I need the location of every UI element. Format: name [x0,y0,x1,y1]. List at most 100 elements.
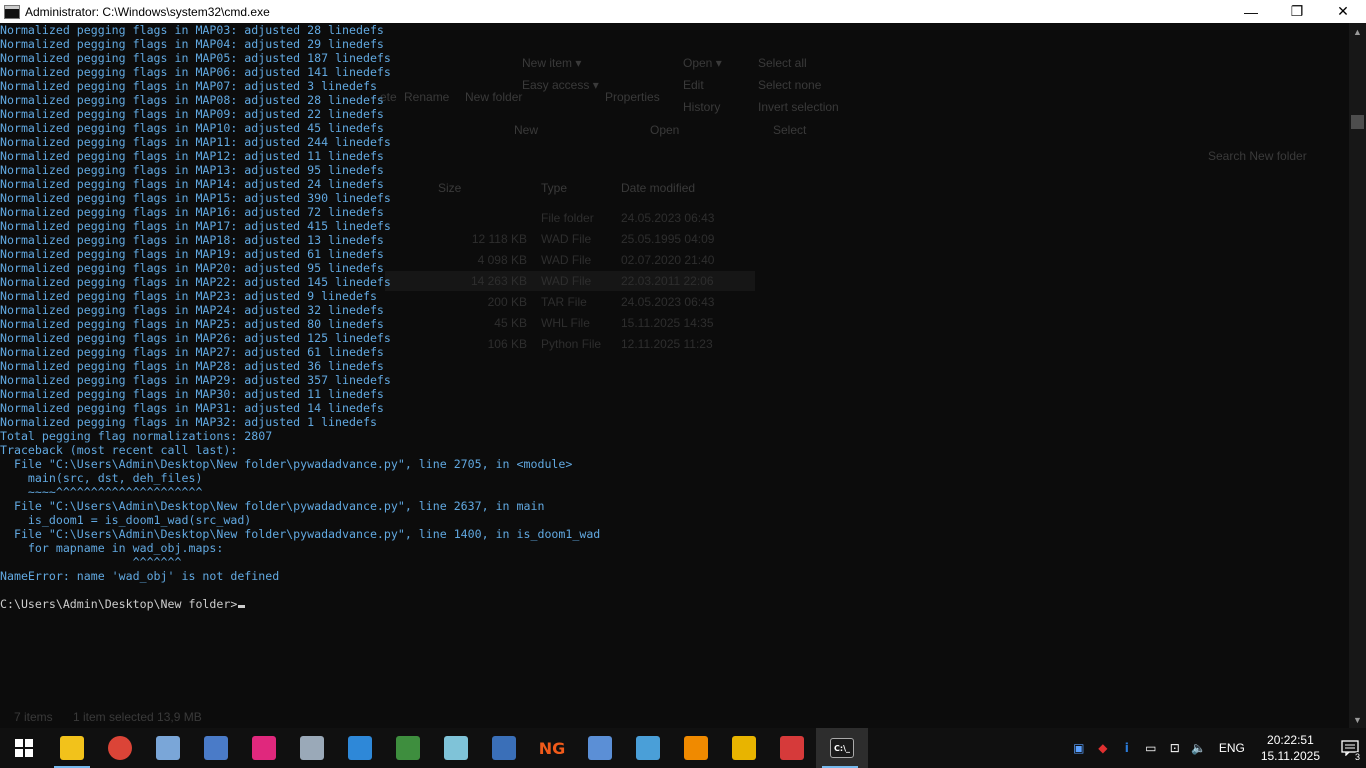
ghost-status-items: 7 items [14,710,53,724]
game-app-icon [780,736,804,760]
network-icon[interactable]: ⊡ [1163,728,1187,768]
tray-app-blue-icon[interactable]: ▣ [1067,728,1091,768]
tray-app-red-icon[interactable]: ◆ [1091,728,1115,768]
console-line: Normalized pegging flags in MAP28: adjus… [0,359,384,373]
close-button[interactable]: ✕ [1320,0,1366,23]
console-line: Normalized pegging flags in MAP31: adjus… [0,401,384,415]
action-center-button[interactable]: 3 [1334,728,1366,768]
clock-time: 20:22:51 [1267,733,1314,747]
console-line: Normalized pegging flags in MAP17: adjus… [0,219,391,233]
taskbar-app-document-editor[interactable] [192,728,240,768]
console-line: Normalized pegging flags in MAP08: adjus… [0,93,384,107]
scroll-down-arrow-icon[interactable]: ▼ [1349,711,1366,728]
tray-info-icon[interactable]: i [1115,728,1139,768]
file-explorer-icon [60,736,84,760]
chrome-icon [108,736,132,760]
taskbar-app-control-panel[interactable] [288,728,336,768]
console-scrollbar[interactable]: ▲ ▼ [1349,23,1366,728]
clock-date: 15.11.2025 [1260,749,1320,763]
minimize-button[interactable]: — [1228,0,1274,23]
console-line: File "C:\Users\Admin\Desktop\New folder\… [0,499,545,513]
clock[interactable]: 20:22:51 15.11.2025 [1253,732,1334,764]
taskbar-app-ng-app[interactable]: NG [528,728,576,768]
scrollbar-thumb[interactable] [1351,115,1364,129]
ghost-search-placeholder: Search New folder [1208,149,1307,163]
ghost-ribbon-label: Edit [683,78,704,92]
lock-app-icon [732,736,756,760]
ghost-file-date: 02.07.2020 21:40 [621,253,715,267]
console-line: File "C:\Users\Admin\Desktop\New folder\… [0,457,573,471]
ng-app-icon: NG [538,738,566,758]
cmd-icon: C:\_ [830,738,854,758]
taskbar-app-window-app[interactable] [336,728,384,768]
search-tool-icon [636,736,660,760]
console-line: Normalized pegging flags in MAP24: adjus… [0,303,384,317]
volume-icon[interactable]: 🔈 [1187,728,1211,768]
console-line: Normalized pegging flags in MAP07: adjus… [0,79,377,93]
console-line: Normalized pegging flags in MAP32: adjus… [0,415,377,429]
taskbar-app-search-tool[interactable] [624,728,672,768]
console-line: Normalized pegging flags in MAP18: adjus… [0,233,384,247]
ghost-file-date: 22.03.2011 22:06 [621,274,714,288]
taskbar-app-vlc[interactable] [672,728,720,768]
globe-tool-icon [396,736,420,760]
console-line: Normalized pegging flags in MAP09: adjus… [0,107,384,121]
phone-app-icon [252,736,276,760]
vlc-icon [684,736,708,760]
ghost-ribbon-label: Select all [758,56,807,70]
taskbar-app-game-app[interactable] [768,728,816,768]
console-line: Normalized pegging flags in MAP26: adjus… [0,331,391,345]
control-panel-icon [300,736,324,760]
taskbar-app-phone-app[interactable] [240,728,288,768]
taskbar-app-gear-app[interactable] [480,728,528,768]
window-titlebar[interactable]: Administrator: C:\Windows\system32\cmd.e… [0,0,1366,23]
command-prompt-line: C:\Users\Admin\Desktop\New folder> [0,597,600,611]
console-line: Normalized pegging flags in MAP14: adjus… [0,177,384,191]
ghost-file-date: 15.11.2025 14:35 [621,316,714,330]
console-line: is_doom1 = is_doom1_wad(src_wad) [0,513,252,527]
taskbar-app-globe-tool[interactable] [384,728,432,768]
notification-count-badge: 3 [1352,752,1362,762]
ghost-ribbon-label: Open ▾ [683,56,722,70]
console-line: Normalized pegging flags in MAP16: adjus… [0,205,384,219]
console-output-area[interactable]: New item ▾ Easy access ▾ Open ▾ Edit History… [0,23,1349,728]
taskbar-app-chrome[interactable] [96,728,144,768]
console-line: Total pegging flag normalizations: 2807 [0,429,273,443]
taskbar-app-notepad-app[interactable] [432,728,480,768]
ghost-ribbon-label: Select [773,123,807,137]
console-line: Normalized pegging flags in MAP22: adjus… [0,275,391,289]
system-tray: ▣ ◆ i ▭ ⊡ 🔈 ENG 20:22:51 15.11.2025 3 [1067,728,1366,768]
console-line: Normalized pegging flags in MAP11: adjus… [0,135,391,149]
console-text: Normalized pegging flags in MAP03: adjus… [0,23,600,611]
start-button[interactable] [0,728,48,768]
taskbar-app-paint-palette[interactable] [144,728,192,768]
ghost-ribbon-label: Open [650,123,680,137]
console-line: File "C:\Users\Admin\Desktop\New folder\… [0,527,601,541]
cmd-app-icon[interactable] [4,4,20,19]
ghost-column-header: Date modified [621,181,696,195]
ghost-ribbon-label: Properties [605,90,660,104]
console-line: Normalized pegging flags in MAP05: adjus… [0,51,391,65]
taskbar: NG C:\_ ▣ ◆ i ▭ ⊡ 🔈 ENG 20:22:51 15.11.2025 3 [0,728,1366,768]
gear-app-icon [492,736,516,760]
console-line: ^^^^^^^ [0,555,182,569]
console-line: main(src, dst, deh_files) [0,471,203,485]
window-app-icon [348,736,372,760]
battery-icon[interactable]: ▭ [1139,728,1163,768]
taskbar-app-monitor-app[interactable] [576,728,624,768]
scroll-up-arrow-icon[interactable]: ▲ [1349,23,1366,40]
console-line: NameError: name 'wad_obj' is not defined [0,569,280,583]
console-line: Normalized pegging flags in MAP04: adjus… [0,37,384,51]
taskbar-apps: NG C:\_ [48,728,868,768]
paint-palette-icon [156,736,180,760]
console-line: Normalized pegging flags in MAP29: adjus… [0,373,391,387]
taskbar-app-cmd[interactable]: C:\_ [816,728,868,768]
console-line: Normalized pegging flags in MAP06: adjus… [0,65,391,79]
language-indicator[interactable]: ENG [1211,741,1253,755]
console-line: ~~~~^^^^^^^^^^^^^^^^^^^^^ [0,485,203,499]
taskbar-app-lock-app[interactable] [720,728,768,768]
console-line: Normalized pegging flags in MAP20: adjus… [0,261,384,275]
maximize-button[interactable]: ❐ [1274,0,1320,23]
taskbar-app-file-explorer[interactable] [48,728,96,768]
ghost-status-selected: 1 item selected 13,9 MB [73,710,202,724]
